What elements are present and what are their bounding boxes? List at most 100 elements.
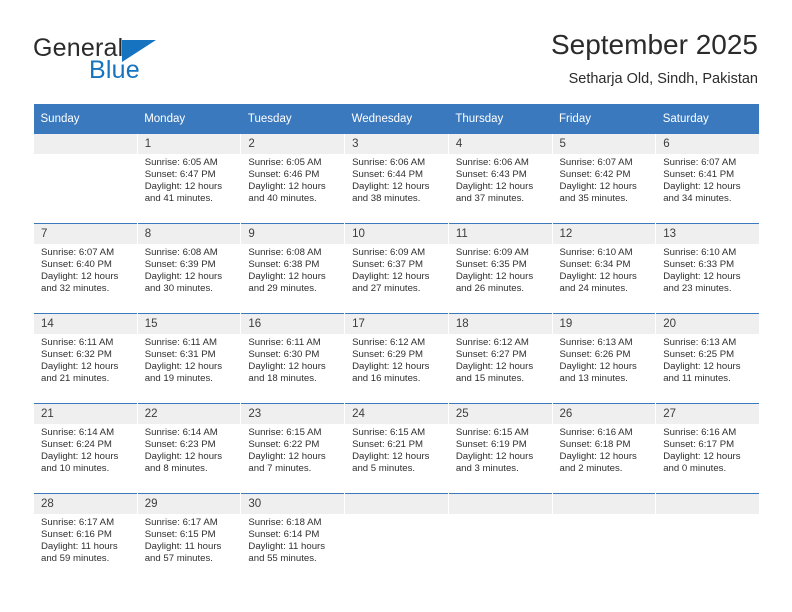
- daylight-text-line1: Daylight: 12 hours: [352, 361, 430, 373]
- day-details: Sunrise: 6:07 AM Sunset: 6:41 PM Daylight:…: [656, 154, 759, 205]
- daylight-text-line2: and 38 minutes.: [352, 193, 421, 205]
- calendar-day-cell[interactable]: 1 Sunrise: 6:05 AM Sunset: 6:47 PM Daylight…: [136, 134, 242, 224]
- sunrise-text: Sunrise: 6:16 AM: [663, 427, 737, 438]
- calendar-day-cell[interactable]: 4 Sunrise: 6:06 AM Sunset: 6:43 PM Daylight…: [447, 134, 553, 224]
- calendar-day-cell[interactable]: 30 Sunrise: 6:18 AM Sunset: 6:14 PM Dayligh…: [240, 493, 346, 583]
- day-number: [656, 494, 759, 514]
- calendar-day-cell[interactable]: 2 Sunrise: 6:05 AM Sunset: 6:46 PM Daylight…: [240, 134, 346, 224]
- sunset-text: Sunset: 6:37 PM: [352, 259, 424, 271]
- daylight-text-line1: Daylight: 12 hours: [663, 181, 741, 193]
- sunset-text: Sunset: 6:16 PM: [41, 529, 112, 541]
- daylight-text-line1: Daylight: 12 hours: [663, 451, 741, 463]
- day-details: Sunrise: 6:07 AM Sunset: 6:42 PM Daylight:…: [553, 154, 656, 205]
- calendar-day-cell[interactable]: 24 Sunrise: 6:15 AM Sunset: 6:21 PM Dayligh…: [344, 403, 449, 494]
- calendar-day-cell[interactable]: 13 Sunrise: 6:10 AM Sunset: 6:33 PM Dayligh…: [655, 223, 760, 314]
- calendar-day-cell[interactable]: 28 Sunrise: 6:17 AM Sunset: 6:16 PM Dayligh…: [33, 493, 138, 583]
- day-details: Sunrise: 6:08 AM Sunset: 6:39 PM Daylight:…: [138, 244, 241, 295]
- calendar-day-cell[interactable]: 18 Sunrise: 6:12 AM Sunset: 6:27 PM Dayligh…: [447, 313, 553, 404]
- calendar-day-cell[interactable]: 25 Sunrise: 6:15 AM Sunset: 6:19 PM Dayligh…: [447, 403, 553, 494]
- calendar-day-cell[interactable]: 3 Sunrise: 6:06 AM Sunset: 6:44 PM Daylight…: [344, 134, 449, 224]
- daylight-text-line2: and 35 minutes.: [559, 193, 628, 205]
- day-details: Sunrise: 6:13 AM Sunset: 6:26 PM Daylight:…: [553, 334, 656, 385]
- calendar-body: 1 Sunrise: 6:05 AM Sunset: 6:47 PM Daylight…: [33, 134, 760, 583]
- daylight-text-line1: Daylight: 12 hours: [144, 271, 223, 283]
- sunset-text: Sunset: 6:35 PM: [455, 259, 527, 271]
- day-details: Sunrise: 6:14 AM Sunset: 6:23 PM Daylight:…: [138, 424, 241, 475]
- calendar-day-cell[interactable]: 26 Sunrise: 6:16 AM Sunset: 6:18 PM Dayligh…: [551, 403, 657, 494]
- day-number: [552, 494, 656, 514]
- calendar-day-cell[interactable]: 8 Sunrise: 6:08 AM Sunset: 6:39 PM Daylight…: [136, 223, 242, 314]
- sunrise-text: Sunrise: 6:16 AM: [559, 427, 633, 438]
- daylight-text-line2: and 13 minutes.: [559, 373, 628, 385]
- calendar-day-cell[interactable]: 12 Sunrise: 6:10 AM Sunset: 6:34 PM Dayligh…: [551, 223, 657, 314]
- daylight-text-line1: Daylight: 12 hours: [248, 451, 326, 463]
- weekday-header-tuesday: Tuesday: [240, 104, 345, 134]
- sunrise-text: Sunrise: 6:05 AM: [144, 157, 218, 168]
- sunset-text: Sunset: 6:43 PM: [455, 169, 527, 181]
- calendar-day-cell[interactable]: 15 Sunrise: 6:11 AM Sunset: 6:31 PM Dayligh…: [136, 313, 242, 404]
- day-details: Sunrise: 6:09 AM Sunset: 6:35 PM Daylight:…: [449, 244, 552, 295]
- day-details: Sunrise: 6:16 AM Sunset: 6:17 PM Daylight:…: [656, 424, 759, 475]
- daylight-text-line1: Daylight: 12 hours: [144, 181, 223, 193]
- daylight-text-line2: and 59 minutes.: [41, 553, 110, 565]
- day-number: 13: [656, 224, 759, 244]
- day-number: 16: [241, 314, 345, 334]
- day-number: [448, 494, 552, 514]
- title-block: September 2025 Setharja Old, Sindh, Paki…: [551, 28, 758, 90]
- general-blue-logo[interactable]: General Blue: [33, 34, 253, 84]
- calendar-week-row: 21 Sunrise: 6:14 AM Sunset: 6:24 PM Dayligh…: [33, 403, 760, 494]
- calendar-day-cell[interactable]: 29 Sunrise: 6:17 AM Sunset: 6:15 PM Dayligh…: [136, 493, 242, 583]
- sunrise-text: Sunrise: 6:09 AM: [352, 247, 426, 258]
- calendar-day-cell[interactable]: 23 Sunrise: 6:15 AM Sunset: 6:22 PM Dayligh…: [240, 403, 346, 494]
- calendar-day-cell[interactable]: 5 Sunrise: 6:07 AM Sunset: 6:42 PM Daylight…: [551, 134, 657, 224]
- day-number: 26: [552, 404, 656, 424]
- day-number: 19: [552, 314, 656, 334]
- calendar-empty-cell: [447, 493, 553, 583]
- sunrise-text: Sunrise: 6:11 AM: [248, 337, 321, 348]
- sunrise-text: Sunrise: 6:14 AM: [144, 427, 218, 438]
- calendar-day-cell[interactable]: 17 Sunrise: 6:12 AM Sunset: 6:29 PM Dayligh…: [344, 313, 449, 404]
- sunrise-text: Sunrise: 6:13 AM: [559, 337, 633, 348]
- sunrise-text: Sunrise: 6:13 AM: [663, 337, 737, 348]
- daylight-text-line2: and 37 minutes.: [455, 193, 525, 205]
- calendar-day-cell[interactable]: 19 Sunrise: 6:13 AM Sunset: 6:26 PM Dayligh…: [551, 313, 657, 404]
- day-details: Sunrise: 6:12 AM Sunset: 6:27 PM Daylight:…: [449, 334, 552, 385]
- calendar-day-cell[interactable]: 27 Sunrise: 6:16 AM Sunset: 6:17 PM Dayligh…: [655, 403, 760, 494]
- daylight-text-line1: Daylight: 12 hours: [248, 181, 326, 193]
- calendar-day-cell[interactable]: 16 Sunrise: 6:11 AM Sunset: 6:30 PM Dayligh…: [240, 313, 346, 404]
- calendar-day-cell[interactable]: 6 Sunrise: 6:07 AM Sunset: 6:41 PM Daylight…: [655, 134, 760, 224]
- sunset-text: Sunset: 6:32 PM: [41, 349, 112, 361]
- day-details: Sunrise: 6:08 AM Sunset: 6:38 PM Daylight:…: [241, 244, 344, 295]
- calendar-day-cell[interactable]: 7 Sunrise: 6:07 AM Sunset: 6:40 PM Daylight…: [33, 223, 138, 314]
- sunrise-text: Sunrise: 6:07 AM: [663, 157, 737, 168]
- daylight-text-line2: and 30 minutes.: [144, 283, 213, 295]
- sunset-text: Sunset: 6:42 PM: [559, 169, 631, 181]
- page-header: General Blue September 2025 Setharja Old…: [0, 0, 792, 100]
- day-details: Sunrise: 6:15 AM Sunset: 6:19 PM Daylight:…: [449, 424, 552, 475]
- calendar-day-cell[interactable]: 14 Sunrise: 6:11 AM Sunset: 6:32 PM Dayligh…: [33, 313, 138, 404]
- day-number: 22: [137, 404, 241, 424]
- daylight-text-line2: and 7 minutes.: [248, 463, 312, 475]
- sunset-text: Sunset: 6:18 PM: [559, 439, 631, 451]
- daylight-text-line2: and 11 minutes.: [663, 373, 731, 385]
- daylight-text-line1: Daylight: 12 hours: [455, 271, 534, 283]
- daylight-text-line2: and 26 minutes.: [455, 283, 525, 295]
- weekday-header-saturday: Saturday: [655, 104, 760, 134]
- daylight-text-line1: Daylight: 12 hours: [559, 271, 637, 283]
- calendar-day-cell[interactable]: 9 Sunrise: 6:08 AM Sunset: 6:38 PM Daylight…: [240, 223, 346, 314]
- calendar-day-cell[interactable]: 21 Sunrise: 6:14 AM Sunset: 6:24 PM Dayligh…: [33, 403, 138, 494]
- calendar-day-cell[interactable]: 11 Sunrise: 6:09 AM Sunset: 6:35 PM Dayligh…: [447, 223, 553, 314]
- day-number: 8: [137, 224, 241, 244]
- sunset-text: Sunset: 6:22 PM: [248, 439, 320, 451]
- calendar-day-cell[interactable]: 10 Sunrise: 6:09 AM Sunset: 6:37 PM Dayligh…: [344, 223, 449, 314]
- sunrise-text: Sunrise: 6:05 AM: [248, 157, 322, 168]
- day-number: 2: [241, 134, 345, 154]
- day-number: 25: [448, 404, 552, 424]
- calendar-day-cell[interactable]: 22 Sunrise: 6:14 AM Sunset: 6:23 PM Dayligh…: [136, 403, 242, 494]
- day-details: Sunrise: 6:10 AM Sunset: 6:34 PM Daylight:…: [553, 244, 656, 295]
- day-number: 5: [552, 134, 656, 154]
- daylight-text-line2: and 8 minutes.: [144, 463, 208, 475]
- day-details: Sunrise: 6:16 AM Sunset: 6:18 PM Daylight:…: [553, 424, 656, 475]
- calendar-day-cell[interactable]: 20 Sunrise: 6:13 AM Sunset: 6:25 PM Dayligh…: [655, 313, 760, 404]
- day-details: Sunrise: 6:12 AM Sunset: 6:29 PM Daylight:…: [345, 334, 448, 385]
